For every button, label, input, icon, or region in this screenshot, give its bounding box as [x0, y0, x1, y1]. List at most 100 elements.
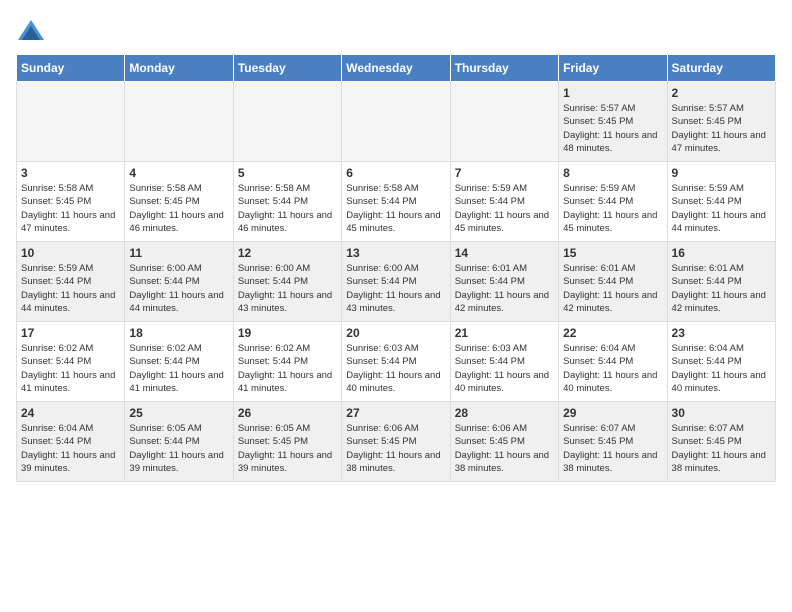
calendar-cell: 8 Sunrise: 5:59 AMSunset: 5:44 PMDaylight…	[559, 162, 667, 242]
day-number: 25	[129, 406, 228, 420]
calendar-header-monday: Monday	[125, 55, 233, 82]
day-number: 26	[238, 406, 337, 420]
calendar-header-thursday: Thursday	[450, 55, 558, 82]
day-number: 27	[346, 406, 445, 420]
day-info: Sunrise: 6:03 AMSunset: 5:44 PMDaylight:…	[346, 342, 445, 395]
calendar-cell	[17, 82, 125, 162]
day-number: 23	[672, 326, 771, 340]
calendar-cell: 13 Sunrise: 6:00 AMSunset: 5:44 PMDayligh…	[342, 242, 450, 322]
day-info: Sunrise: 5:59 AMSunset: 5:44 PMDaylight:…	[563, 182, 662, 235]
day-info: Sunrise: 5:58 AMSunset: 5:44 PMDaylight:…	[238, 182, 337, 235]
day-info: Sunrise: 5:58 AMSunset: 5:45 PMDaylight:…	[129, 182, 228, 235]
calendar-cell: 11 Sunrise: 6:00 AMSunset: 5:44 PMDayligh…	[125, 242, 233, 322]
day-number: 4	[129, 166, 228, 180]
day-info: Sunrise: 6:00 AMSunset: 5:44 PMDaylight:…	[238, 262, 337, 315]
calendar-header-row: SundayMondayTuesdayWednesdayThursdayFrid…	[17, 55, 776, 82]
day-info: Sunrise: 6:07 AMSunset: 5:45 PMDaylight:…	[563, 422, 662, 475]
calendar-cell: 10 Sunrise: 5:59 AMSunset: 5:44 PMDayligh…	[17, 242, 125, 322]
day-info: Sunrise: 6:00 AMSunset: 5:44 PMDaylight:…	[129, 262, 228, 315]
day-info: Sunrise: 6:02 AMSunset: 5:44 PMDaylight:…	[238, 342, 337, 395]
day-number: 17	[21, 326, 120, 340]
calendar-cell: 22 Sunrise: 6:04 AMSunset: 5:44 PMDayligh…	[559, 322, 667, 402]
day-number: 14	[455, 246, 554, 260]
calendar-cell: 17Sunrise: 6:02 AMSunset: 5:44 PMDayligh…	[17, 322, 125, 402]
calendar-cell	[233, 82, 341, 162]
calendar-cell: 2 Sunrise: 5:57 AMSunset: 5:45 PMDaylight…	[667, 82, 775, 162]
calendar-cell: 29 Sunrise: 6:07 AMSunset: 5:45 PMDayligh…	[559, 402, 667, 482]
day-info: Sunrise: 5:57 AMSunset: 5:45 PMDaylight:…	[672, 102, 771, 155]
day-info: Sunrise: 6:01 AMSunset: 5:44 PMDaylight:…	[672, 262, 771, 315]
day-number: 8	[563, 166, 662, 180]
calendar-header-wednesday: Wednesday	[342, 55, 450, 82]
day-info: Sunrise: 6:07 AMSunset: 5:45 PMDaylight:…	[672, 422, 771, 475]
calendar-cell	[450, 82, 558, 162]
calendar-cell: 30 Sunrise: 6:07 AMSunset: 5:45 PMDayligh…	[667, 402, 775, 482]
day-number: 9	[672, 166, 771, 180]
day-number: 22	[563, 326, 662, 340]
day-info: Sunrise: 5:59 AMSunset: 5:44 PMDaylight:…	[21, 262, 120, 315]
day-info: Sunrise: 6:03 AMSunset: 5:44 PMDaylight:…	[455, 342, 554, 395]
calendar-header-friday: Friday	[559, 55, 667, 82]
day-info: Sunrise: 5:57 AMSunset: 5:45 PMDaylight:…	[563, 102, 662, 155]
day-number: 30	[672, 406, 771, 420]
day-info: Sunrise: 5:59 AMSunset: 5:44 PMDaylight:…	[672, 182, 771, 235]
calendar-cell: 3 Sunrise: 5:58 AMSunset: 5:45 PMDaylight…	[17, 162, 125, 242]
day-number: 11	[129, 246, 228, 260]
day-info: Sunrise: 5:58 AMSunset: 5:45 PMDaylight:…	[21, 182, 120, 235]
day-info: Sunrise: 6:05 AMSunset: 5:44 PMDaylight:…	[129, 422, 228, 475]
calendar-cell: 18Sunrise: 6:02 AMSunset: 5:44 PMDayligh…	[125, 322, 233, 402]
day-number: 10	[21, 246, 120, 260]
calendar-cell: 4 Sunrise: 5:58 AMSunset: 5:45 PMDaylight…	[125, 162, 233, 242]
day-number: 20	[346, 326, 445, 340]
calendar-cell: 19 Sunrise: 6:02 AMSunset: 5:44 PMDayligh…	[233, 322, 341, 402]
day-info: Sunrise: 6:01 AMSunset: 5:44 PMDaylight:…	[563, 262, 662, 315]
calendar-cell: 25 Sunrise: 6:05 AMSunset: 5:44 PMDayligh…	[125, 402, 233, 482]
calendar-week-row: 17 Sunrise: 6:02 AMSunset: 5:44 PMDayligh…	[17, 322, 776, 402]
day-info: Sunrise: 6:06 AMSunset: 5:45 PMDaylight:…	[455, 422, 554, 475]
day-number: 29	[563, 406, 662, 420]
calendar-cell: 28 Sunrise: 6:06 AMSunset: 5:45 PMDayligh…	[450, 402, 558, 482]
calendar-cell: 9 Sunrise: 5:59 AMSunset: 5:44 PMDaylight…	[667, 162, 775, 242]
calendar-week-row: 10 Sunrise: 5:59 AMSunset: 5:44 PMDayligh…	[17, 242, 776, 322]
day-info: Sunrise: 5:59 AMSunset: 5:44 PMDaylight:…	[455, 182, 554, 235]
calendar-cell: 7Sunrise: 5:59 AMSunset: 5:44 PMDaylight…	[450, 162, 558, 242]
day-info: Sunrise: 6:00 AMSunset: 5:44 PMDaylight:…	[346, 262, 445, 315]
calendar-cell: 6 Sunrise: 5:58 AMSunset: 5:44 PMDaylight…	[342, 162, 450, 242]
day-number: 24	[21, 406, 120, 420]
calendar-header-sunday: Sunday	[17, 55, 125, 82]
calendar-table: SundayMondayTuesdayWednesdayThursdayFrid…	[16, 54, 776, 482]
calendar-cell: 23Sunrise: 6:04 AMSunset: 5:44 PMDayligh…	[667, 322, 775, 402]
calendar-week-row: 1 Sunrise: 5:57 AMSunset: 5:45 PMDaylight…	[17, 82, 776, 162]
logo	[16, 16, 50, 46]
day-number: 5	[238, 166, 337, 180]
day-number: 19	[238, 326, 337, 340]
day-number: 28	[455, 406, 554, 420]
day-number: 1	[563, 86, 662, 100]
calendar-cell: 16 Sunrise: 6:01 AMSunset: 5:44 PMDayligh…	[667, 242, 775, 322]
day-info: Sunrise: 6:04 AMSunset: 5:44 PMDaylight:…	[563, 342, 662, 395]
calendar-cell: 21Sunrise: 6:03 AMSunset: 5:44 PMDayligh…	[450, 322, 558, 402]
day-number: 6	[346, 166, 445, 180]
day-number: 13	[346, 246, 445, 260]
calendar-cell: 20 Sunrise: 6:03 AMSunset: 5:44 PMDayligh…	[342, 322, 450, 402]
calendar-cell: 15 Sunrise: 6:01 AMSunset: 5:44 PMDayligh…	[559, 242, 667, 322]
day-info: Sunrise: 6:06 AMSunset: 5:45 PMDaylight:…	[346, 422, 445, 475]
day-info: Sunrise: 5:58 AMSunset: 5:44 PMDaylight:…	[346, 182, 445, 235]
day-info: Sunrise: 6:01 AMSunset: 5:44 PMDaylight:…	[455, 262, 554, 315]
day-number: 16	[672, 246, 771, 260]
day-number: 3	[21, 166, 120, 180]
calendar-header-saturday: Saturday	[667, 55, 775, 82]
day-number: 15	[563, 246, 662, 260]
calendar-cell	[342, 82, 450, 162]
calendar-cell: 5 Sunrise: 5:58 AMSunset: 5:44 PMDaylight…	[233, 162, 341, 242]
calendar-cell: 12Sunrise: 6:00 AMSunset: 5:44 PMDayligh…	[233, 242, 341, 322]
day-number: 2	[672, 86, 771, 100]
calendar-cell: 24Sunrise: 6:04 AMSunset: 5:44 PMDayligh…	[17, 402, 125, 482]
calendar-week-row: 3 Sunrise: 5:58 AMSunset: 5:45 PMDaylight…	[17, 162, 776, 242]
calendar-cell: 1 Sunrise: 5:57 AMSunset: 5:45 PMDaylight…	[559, 82, 667, 162]
calendar-cell	[125, 82, 233, 162]
page-header	[16, 16, 776, 46]
calendar-cell: 26Sunrise: 6:05 AMSunset: 5:45 PMDayligh…	[233, 402, 341, 482]
calendar-header-tuesday: Tuesday	[233, 55, 341, 82]
day-number: 18	[129, 326, 228, 340]
